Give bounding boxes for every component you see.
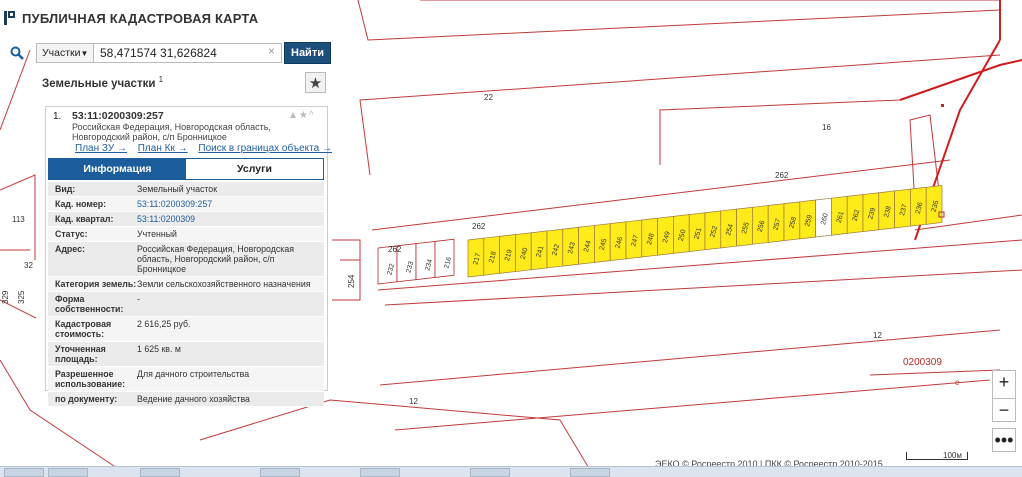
map-label: 113	[12, 215, 25, 224]
info-table: Вид: Земельный участок Кад. номер: 53:11:0…	[48, 182, 324, 407]
plan-zu-link[interactable]: План ЗУ →	[75, 143, 127, 154]
panel-title: Земельные участки 1	[42, 75, 164, 90]
parcel-boundary	[869, 369, 1001, 376]
map-label: 12	[873, 331, 882, 340]
parcel-boundary	[330, 239, 361, 301]
results-panel: Земельные участки 1 ★ 1. 53:11:0200309:2…	[36, 68, 332, 407]
logo-icon	[4, 11, 15, 25]
info-row: Адрес: Российская Федерация, Новгородская…	[48, 242, 324, 277]
item-index: 1.	[53, 111, 62, 122]
result-count: 1	[158, 75, 164, 84]
info-row: по документу: Ведение дачного хозяйства	[48, 392, 324, 407]
cad-number[interactable]: 53:11:0200309:257	[72, 110, 164, 122]
map-label: 262	[388, 245, 402, 254]
tab-info[interactable]: Информация	[49, 159, 186, 179]
item-links: План ЗУ → План Кк → Поиск в границах объ…	[75, 143, 340, 154]
plan-kk-link[interactable]: План Кк →	[138, 143, 188, 154]
info-row: Уточненная площадь: 1 625 кв. м	[48, 342, 324, 367]
map-label: e	[955, 378, 960, 387]
parcel-boundary	[659, 99, 901, 165]
tab-services[interactable]: Услуги	[186, 159, 323, 179]
search-icon[interactable]	[4, 40, 30, 66]
zoom-in-button[interactable]: +	[992, 370, 1016, 394]
parcel-boundary	[199, 399, 591, 471]
parcel-boundary	[357, 0, 1001, 41]
more-tools-button[interactable]: •••	[992, 428, 1016, 452]
parcel-boundary	[359, 54, 1001, 176]
app-title: ПУБЛИЧНАЯ КАДАСТРОВАЯ КАРТА	[22, 10, 259, 26]
info-row: Категория земель: Земли сельскохозяйствен…	[48, 277, 324, 292]
chevron-down-icon: ▼	[80, 48, 89, 58]
item-actions-icon[interactable]: ▲★^	[288, 110, 315, 121]
result-card: 1. 53:11:0200309:257 ▲★^ Российская Феде…	[45, 106, 332, 407]
info-row: Кад. квартал: 53:11:0200309	[48, 212, 324, 227]
map-marker	[941, 104, 944, 107]
taskbar	[0, 466, 1022, 477]
favorites-button[interactable]: ★	[305, 72, 326, 93]
info-row: Кад. номер: 53:11:0200309:257	[48, 197, 324, 212]
item-address: Российская Федерация, Новгородская облас…	[72, 122, 271, 142]
quarter-boundary	[899, 59, 1022, 101]
parcel-boundary	[0, 299, 41, 360]
info-row: Кадастровая стоимость: 2 616,25 руб.	[48, 317, 324, 342]
quarter-label: 0200309	[903, 357, 942, 368]
map-label: 262	[472, 222, 486, 231]
app-header: ПУБЛИЧНАЯ КАДАСТРОВАЯ КАРТА	[4, 8, 258, 28]
info-tabs: Информация Услуги	[48, 158, 324, 180]
map-label: 16	[822, 123, 831, 132]
zoom-out-button[interactable]: −	[992, 398, 1016, 422]
clear-icon[interactable]: ×	[268, 44, 275, 58]
search-input[interactable]	[94, 43, 282, 63]
info-row: Статус: Учтенный	[48, 227, 324, 242]
map-label: 254	[347, 274, 356, 288]
search-type-select[interactable]: Участки ▼	[36, 43, 94, 63]
scale-label: 100м	[943, 451, 962, 460]
map-label: 32	[24, 261, 33, 270]
search-type-label: Участки	[42, 47, 81, 59]
map-label: 22	[484, 93, 493, 102]
find-button[interactable]: Найти	[284, 42, 331, 64]
info-row: Форма собственности: -	[48, 292, 324, 317]
lots-strip: 232 233 234 216 217 218 219 240 241 242 243 244 245 2…	[377, 185, 943, 285]
info-row: Разрешенное использование: Для дачного ст…	[48, 367, 324, 392]
search-bounds-link[interactable]: Поиск в границах объекта →	[198, 143, 332, 154]
info-row: Вид: Земельный участок	[48, 182, 324, 197]
map-label: 262	[775, 171, 789, 180]
parcel-boundary	[394, 379, 991, 431]
search-bar: Участки ▼ × Найти	[4, 40, 333, 66]
map-label: 12	[409, 397, 418, 406]
map-label: 329	[1, 290, 10, 304]
map-label: 325	[17, 290, 26, 304]
